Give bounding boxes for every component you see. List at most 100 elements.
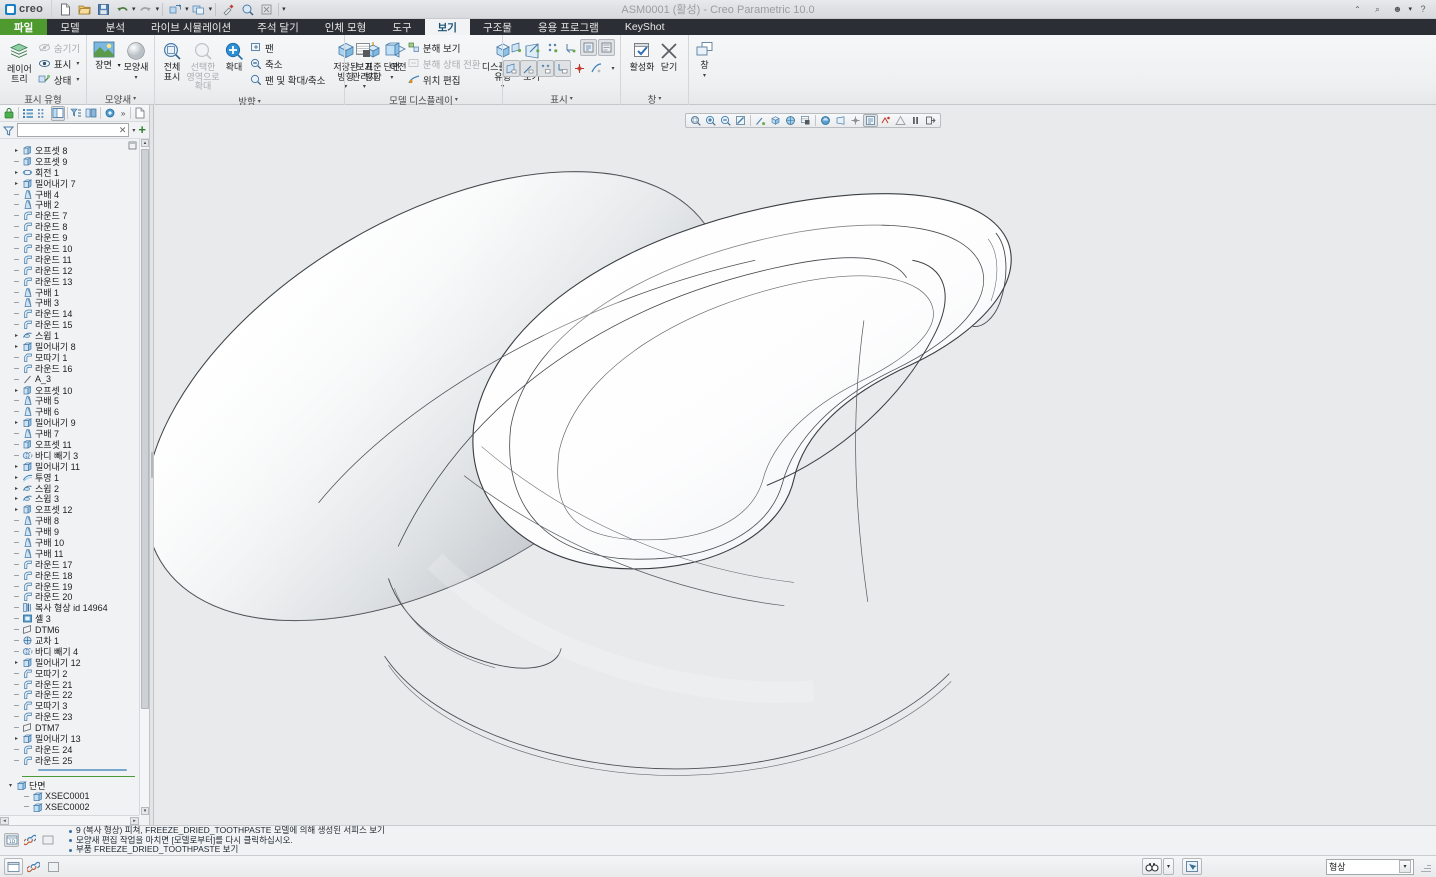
scene-button[interactable]: 장면 bbox=[91, 38, 117, 74]
tree-item[interactable]: ▸ 오프셋 10 bbox=[0, 385, 139, 396]
group-appearance-dialog-caret[interactable]: ▾ bbox=[133, 95, 136, 102]
tree-item[interactable]: DTM6 bbox=[0, 624, 139, 635]
zoom-area-button[interactable]: 선택한 영역으로 확대 bbox=[185, 38, 221, 95]
tree-item[interactable]: 라운드 16 bbox=[0, 363, 139, 374]
curve-display-toggle[interactable] bbox=[588, 60, 605, 77]
tab-live-sim[interactable]: 라이브 시뮬레이션 bbox=[138, 19, 244, 35]
paint-button[interactable] bbox=[219, 1, 237, 17]
tab-framework[interactable]: 구조물 bbox=[470, 19, 525, 35]
zoom-out-button[interactable]: 축소 bbox=[247, 56, 330, 71]
tree-item[interactable]: ▸ 밀어내기 7 bbox=[0, 178, 139, 189]
save-button[interactable] bbox=[94, 1, 112, 17]
cross-section-caret-icon[interactable]: ▾ bbox=[390, 74, 393, 81]
explode-view-button[interactable]: 분해 보기 bbox=[405, 40, 486, 55]
datum-axis-toggle[interactable] bbox=[526, 39, 543, 56]
tree-document-button[interactable] bbox=[133, 106, 147, 121]
view-manager-button[interactable]: 보기 관리자 ▾ bbox=[350, 38, 379, 93]
tree-group-sections[interactable]: ▾ 단면 bbox=[0, 780, 139, 791]
tree-item[interactable]: ▸ 밀어내기 11 bbox=[0, 461, 139, 472]
tree-expander-icon[interactable]: ▸ bbox=[12, 506, 21, 513]
tree-item[interactable]: 구배 9 bbox=[0, 526, 139, 537]
refit-button[interactable]: 전체 표시 bbox=[160, 38, 184, 85]
tree-expander-icon[interactable]: ▸ bbox=[12, 343, 21, 350]
tree-expander-icon[interactable]: ▸ bbox=[12, 332, 21, 339]
show-button[interactable]: 표시 ▾ bbox=[35, 56, 85, 71]
account-button[interactable]: ☻ bbox=[1388, 1, 1406, 17]
appearance-button[interactable]: 모양새 ▾ bbox=[122, 38, 151, 84]
account-caret[interactable]: ▾ bbox=[1408, 5, 1412, 13]
datum-point-toggle[interactable] bbox=[544, 39, 561, 56]
tree-item[interactable]: 구배 5 bbox=[0, 395, 139, 406]
tree-item[interactable]: ▸ 밀어내기 12 bbox=[0, 657, 139, 668]
sections-expander-icon[interactable]: ▾ bbox=[6, 782, 15, 789]
tree-item[interactable]: 구배 4 bbox=[0, 189, 139, 200]
scroll-up-arrow-icon[interactable]: ▴ bbox=[141, 139, 149, 147]
undo-caret[interactable]: ▾ bbox=[132, 5, 136, 13]
tab-annotate[interactable]: 주석 달기 bbox=[244, 19, 312, 35]
redo-button[interactable] bbox=[137, 1, 155, 17]
tree-filter-input[interactable]: ✕ bbox=[17, 123, 130, 137]
activate-button[interactable]: 활성화 bbox=[628, 38, 656, 76]
csys-tag-toggle[interactable] bbox=[553, 60, 571, 77]
view-manager-caret-icon[interactable]: ▾ bbox=[363, 83, 366, 90]
plane-tag-toggle[interactable] bbox=[502, 60, 520, 77]
windows-caret-icon[interactable]: ▾ bbox=[703, 72, 706, 79]
datum-plane-toggle[interactable] bbox=[508, 39, 525, 56]
model-tree-vertical-scrollbar[interactable]: ▴ ▾ bbox=[139, 139, 149, 815]
tree-overflow-button[interactable]: » bbox=[118, 106, 128, 121]
tab-keyshot[interactable]: KeyShot bbox=[612, 19, 678, 35]
message-log-button[interactable]: 1D bbox=[4, 833, 19, 847]
tree-item[interactable]: 오프셋 9 bbox=[0, 156, 139, 167]
close-window-button[interactable] bbox=[257, 1, 275, 17]
hide-button[interactable]: 숨기기 bbox=[35, 40, 85, 55]
collapse-ribbon-button[interactable]: ⌃ bbox=[1348, 1, 1366, 17]
pan-zoom-button[interactable]: 팬 및 확대/축소 bbox=[247, 72, 330, 87]
group-orientation-dialog-caret[interactable]: ▾ bbox=[258, 98, 261, 105]
new-button[interactable] bbox=[56, 1, 74, 17]
window-caret[interactable]: ▾ bbox=[209, 5, 213, 13]
window-button[interactable] bbox=[190, 1, 208, 17]
scroll-left-arrow-icon[interactable]: ◂ bbox=[0, 816, 9, 825]
tree-columns-button[interactable] bbox=[36, 106, 50, 121]
tree-filter-button[interactable] bbox=[69, 106, 83, 121]
scene-caret-icon[interactable]: ▾ bbox=[118, 62, 121, 69]
spin-center-toggle[interactable] bbox=[571, 60, 588, 77]
open-button[interactable] bbox=[75, 1, 93, 17]
tab-tools[interactable]: 도구 bbox=[379, 19, 424, 35]
tab-analysis[interactable]: 분석 bbox=[93, 19, 138, 35]
tab-file[interactable]: 파일 bbox=[0, 19, 48, 35]
tree-expander-icon[interactable]: ▸ bbox=[12, 474, 21, 481]
tree-item[interactable]: 셸 3 bbox=[0, 613, 139, 624]
layer-tree-button[interactable]: 레이어 트리 bbox=[5, 38, 34, 87]
tree-item[interactable]: 라운드 7 bbox=[0, 210, 139, 221]
group-window-dialog-caret[interactable]: ▾ bbox=[658, 95, 661, 102]
find-caret-button[interactable]: ▾ bbox=[1163, 858, 1174, 875]
magnifier-button[interactable] bbox=[238, 1, 256, 17]
search-button[interactable]: ⌕ bbox=[1368, 1, 1386, 17]
group-model-display-dialog-caret[interactable]: ▾ bbox=[455, 96, 458, 103]
selection-filter-select[interactable]: 형상 ▾ bbox=[1326, 858, 1414, 875]
tree-item[interactable]: 복사 형상 id 14964 bbox=[0, 602, 139, 613]
tree-item[interactable]: 라운드 15 bbox=[0, 319, 139, 330]
tree-item[interactable]: 라운드 22 bbox=[0, 690, 139, 700]
scroll-down-arrow-icon[interactable]: ▾ bbox=[141, 807, 149, 815]
panel-button[interactable] bbox=[40, 833, 55, 847]
tree-item[interactable]: ▸ 밀어내기 8 bbox=[0, 341, 139, 352]
tree-item[interactable]: 라운드 13 bbox=[0, 276, 139, 287]
edit-position-button[interactable]: 위치 편집 bbox=[405, 72, 486, 87]
status-panel-button[interactable] bbox=[4, 858, 23, 875]
tree-expander-icon[interactable]: ▸ bbox=[12, 419, 21, 426]
find-button[interactable] bbox=[1142, 858, 1162, 875]
tab-view[interactable]: 보기 bbox=[424, 19, 470, 35]
regenerate-button[interactable] bbox=[166, 1, 184, 17]
link-button[interactable] bbox=[22, 833, 37, 847]
tree-item-xsec0001[interactable]: XSEC0001 bbox=[0, 791, 139, 802]
tree-item[interactable]: ▸ 스윕 2 bbox=[0, 483, 139, 494]
tree-expander-icon[interactable]: ▸ bbox=[12, 180, 21, 187]
state-caret-icon[interactable]: ▾ bbox=[76, 76, 79, 83]
tab-manikin[interactable]: 인체 모형 bbox=[312, 19, 380, 35]
model-3d-viewport[interactable] bbox=[154, 105, 1436, 825]
tree-item-xsec0002[interactable]: XSEC0002 bbox=[0, 802, 139, 813]
zoom-in-button[interactable]: 확대 bbox=[222, 38, 246, 76]
tree-item[interactable]: ▸ 투영 1 bbox=[0, 472, 139, 483]
